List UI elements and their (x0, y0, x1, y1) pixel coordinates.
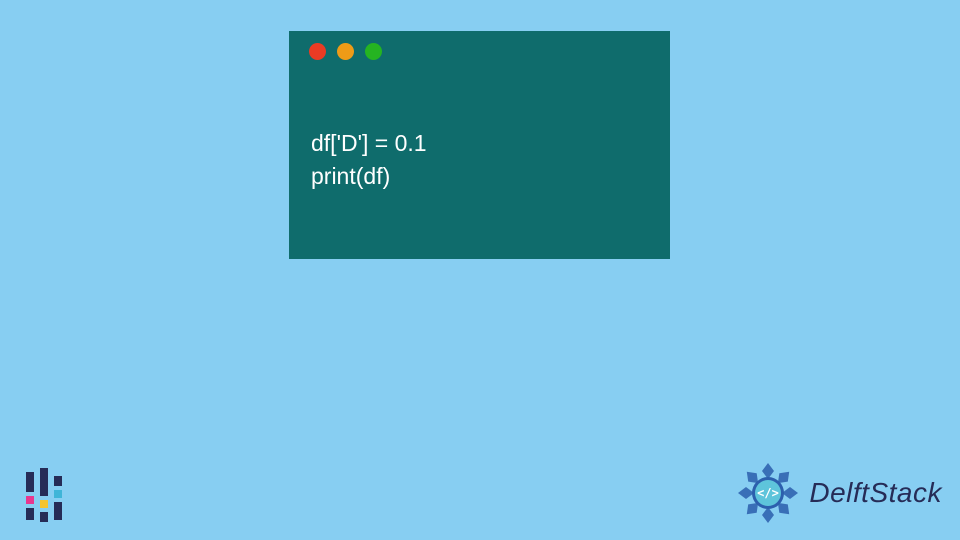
maximize-dot-icon (365, 43, 382, 60)
code-line: print(df) (311, 160, 648, 193)
window-titlebar (289, 31, 670, 71)
mandala-icon: </> (733, 458, 803, 528)
minimize-dot-icon (337, 43, 354, 60)
svg-text:</>: </> (758, 486, 780, 500)
code-window: df['D'] = 0.1 print(df) (289, 31, 670, 259)
left-logo-icon (18, 466, 76, 524)
close-dot-icon (309, 43, 326, 60)
code-line: df['D'] = 0.1 (311, 127, 648, 160)
brand-logo: </> DelftStack (733, 458, 942, 528)
brand-name: DelftStack (809, 477, 942, 509)
code-body: df['D'] = 0.1 print(df) (289, 71, 670, 214)
